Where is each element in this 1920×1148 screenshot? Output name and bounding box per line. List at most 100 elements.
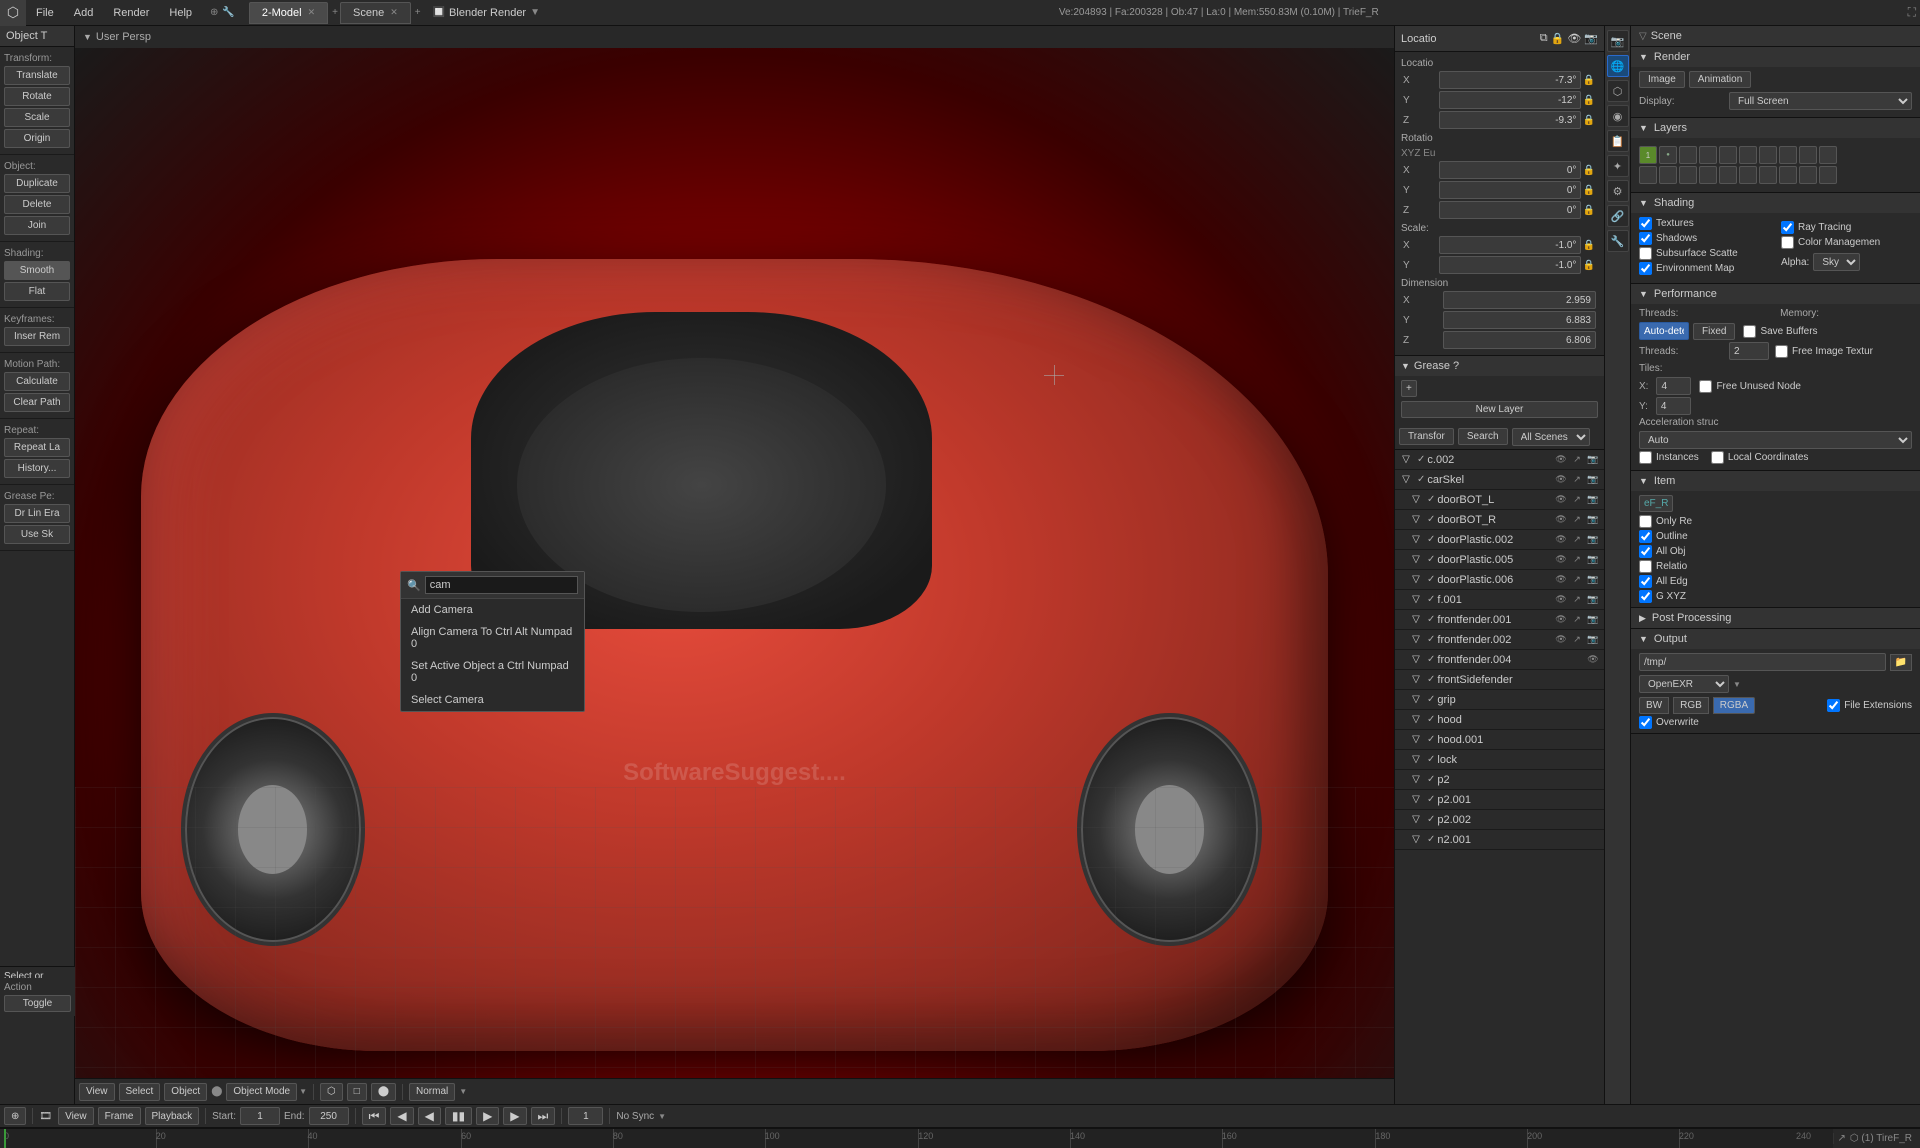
outliner-item-p2001[interactable]: ▽ ✓ p2.001 [1395,790,1604,810]
layer-btn-15[interactable] [1719,166,1737,184]
btn-play-back[interactable]: ◀ [418,1107,441,1125]
check-free-unused[interactable]: Free Unused Node [1699,380,1801,393]
scene-icon-constraints[interactable]: 🔗 [1607,205,1629,227]
context-menu-add-camera[interactable]: Add Camera [401,599,584,621]
tab-2model[interactable]: 2-Model ✕ [249,2,328,24]
btn-prev-frame[interactable]: ◀ [390,1107,413,1125]
output-path-input[interactable] [1639,653,1886,671]
check-all-obj[interactable]: All Obj [1639,545,1685,558]
scene-icon-modifiers[interactable]: 🔧 [1607,230,1629,252]
btn-view[interactable]: View [79,1083,115,1101]
location-y-lock[interactable]: 🔒 [1581,95,1596,106]
outliner-item-lock[interactable]: ▽ ✓ lock [1395,750,1604,770]
layer-btn-3[interactable] [1679,146,1697,164]
location-x-lock[interactable]: 🔒 [1581,75,1596,86]
start-frame-input[interactable] [240,1107,280,1125]
outliner-item-ff004[interactable]: ▽ ✓ frontfender.004 👁 [1395,650,1604,670]
viewport[interactable]: ▼ User Persp SoftwareSuggest.... [75,26,1394,1104]
menu-file[interactable]: File [26,0,64,25]
cursor-ff002[interactable]: ↗ [1570,633,1584,647]
check-local-coords[interactable]: Local Coordinates [1711,451,1809,464]
btn-jump-end[interactable]: ⏭ [531,1107,556,1125]
checkbox-all-edge[interactable] [1639,575,1652,588]
btn-grease-add[interactable]: + [1401,380,1417,397]
checkbox-instances[interactable] [1639,451,1652,464]
context-menu-set-active[interactable]: Set Active Object a Ctrl Numpad 0 [401,655,584,689]
btn-rotate[interactable]: Rotate [4,87,70,106]
rotation-y-lock[interactable]: 🔒 [1581,185,1596,196]
outliner-item-f001[interactable]: ▽ ✓ f.001 👁 ↗ 📷 [1395,590,1604,610]
menu-render[interactable]: Render [103,0,159,25]
checkbox-textures[interactable] [1639,217,1652,230]
cursor-doorbot-r[interactable]: ↗ [1570,513,1584,527]
layer-btn-18[interactable] [1779,166,1797,184]
btn-frame-playback[interactable]: Playback [145,1107,200,1125]
cursor-f001[interactable]: ↗ [1570,593,1584,607]
render-dp002[interactable]: 📷 [1586,533,1600,547]
outliner-item-c002[interactable]: ▽ ✓ c.002 👁 ↗ 📷 [1395,450,1604,470]
outliner-item-frontside[interactable]: ▽ ✓ frontSidefender [1395,670,1604,690]
scene-icon-texture[interactable]: 📋 [1607,130,1629,152]
render-ff001[interactable]: 📷 [1586,613,1600,627]
outliner-item-doorbot-l[interactable]: ▽ ✓ doorBOT_L 👁 ↗ 📷 [1395,490,1604,510]
btn-bw[interactable]: BW [1639,697,1669,714]
btn-viewport-wire[interactable]: □ [347,1083,367,1101]
btn-repeat-last[interactable]: Repeat La [4,438,70,457]
btn-next-frame[interactable]: ▶ [503,1107,526,1125]
output-format-select[interactable]: OpenEXR [1639,675,1729,693]
sync-arrow-icon[interactable]: ▼ [658,1112,666,1121]
eye-dp002[interactable]: 👁 [1554,533,1568,547]
render-f001[interactable]: 📷 [1586,593,1600,607]
rotation-y[interactable] [1439,181,1581,199]
checkbox-relatio[interactable] [1639,560,1652,573]
context-menu-search-input[interactable] [425,576,578,594]
item-ef-label[interactable]: eF_R [1639,495,1673,512]
checkbox-overwrite[interactable] [1639,716,1652,729]
location-y[interactable] [1439,91,1581,109]
render-c002[interactable]: 📷 [1586,453,1600,467]
btn-pause[interactable]: ▮▮ [445,1107,472,1125]
btn-object-mode[interactable]: Object Mode [226,1083,297,1101]
outliner-item-hood[interactable]: ▽ ✓ hood [1395,710,1604,730]
outliner-item-n2001[interactable]: ▽ ✓ n2.001 [1395,830,1604,850]
layer-btn-13[interactable] [1679,166,1697,184]
btn-render-image[interactable]: Image [1639,71,1685,88]
scale-x-lock[interactable]: 🔒 [1581,240,1596,251]
btn-new-layer[interactable]: New Layer [1401,401,1598,418]
checkbox-envmap[interactable] [1639,262,1652,275]
check-file-ext[interactable]: File Extensions [1827,697,1912,714]
post-processing-header[interactable]: ▶ Post Processing [1631,608,1920,628]
check-ray-tracing[interactable]: Ray Tracing [1781,221,1912,234]
layer-btn-16[interactable] [1739,166,1757,184]
eye-carskel[interactable]: 👁 [1554,473,1568,487]
tab-add2[interactable]: + [415,7,421,18]
dim-x[interactable] [1443,291,1596,309]
layer-btn-1[interactable]: 1 [1639,146,1657,164]
check-shadows[interactable]: Shadows [1639,232,1770,245]
btn-select[interactable]: Select [119,1083,161,1101]
outliner-item-p2[interactable]: ▽ ✓ p2 [1395,770,1604,790]
layer-btn-5[interactable] [1719,146,1737,164]
location-x[interactable] [1439,71,1581,89]
scale-y[interactable] [1439,256,1581,274]
scene-icon-physics[interactable]: ⚙ [1607,180,1629,202]
accel-select[interactable]: Auto [1639,431,1912,449]
checkbox-file-ext[interactable] [1827,699,1840,712]
checkbox-all-obj[interactable] [1639,545,1652,558]
btn-frame-frame[interactable]: Frame [98,1107,141,1125]
outliner-item-doorplastic002[interactable]: ▽ ✓ doorPlastic.002 👁 ↗ 📷 [1395,530,1604,550]
display-select[interactable]: Full Screen [1729,92,1912,110]
eye-ff004[interactable]: 👁 [1586,653,1600,667]
transform-lock-icon[interactable]: 🔒 [1551,32,1565,45]
checkbox-save-buffers[interactable] [1743,325,1756,338]
alpha-select[interactable]: Sky [1813,253,1860,271]
check-envmap[interactable]: Environment Map [1639,262,1770,275]
render-ff002[interactable]: 📷 [1586,633,1600,647]
scale-x[interactable] [1439,236,1581,254]
btn-fixed[interactable]: Fixed [1693,323,1735,340]
scene-icon-camera[interactable]: 📷 [1607,30,1629,52]
output-format-arrow[interactable]: ▼ [1733,680,1741,689]
layer-btn-14[interactable] [1699,166,1717,184]
eye-f001[interactable]: 👁 [1554,593,1568,607]
check-subsurface[interactable]: Subsurface Scatte [1639,247,1770,260]
